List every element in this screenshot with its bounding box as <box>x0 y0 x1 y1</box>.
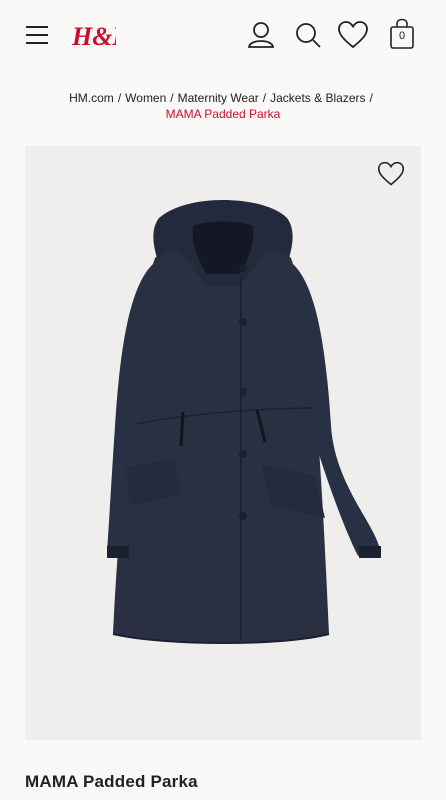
breadcrumb: HM.com / Women / Maternity Wear / Jackets & Bl… <box>0 90 446 122</box>
breadcrumb-separator: / <box>117 91 122 105</box>
breadcrumb-home[interactable]: HM.com <box>69 91 114 105</box>
breadcrumb-separator: / <box>262 91 267 105</box>
breadcrumb-trail: HM.com / Women / Maternity Wear / Jackets & Bl… <box>0 90 446 106</box>
bag-count: 0 <box>398 30 406 42</box>
product-title: MAMA Padded Parka <box>25 772 198 791</box>
breadcrumb-maternity-wear[interactable]: Maternity Wear <box>178 91 259 105</box>
favorites-heart-icon[interactable] <box>337 20 369 50</box>
breadcrumb-separator: / <box>170 91 174 105</box>
breadcrumb-jackets-blazers[interactable]: Jackets & Blazers <box>270 91 365 105</box>
parka-illustration <box>107 200 381 644</box>
shopping-bag-button[interactable]: 0 <box>389 18 415 50</box>
account-icon[interactable] <box>246 20 276 50</box>
add-to-favorites-heart-icon[interactable] <box>377 160 405 188</box>
svg-text:H&M: H&M <box>71 22 116 51</box>
hamburger-menu-icon[interactable] <box>26 24 50 46</box>
site-header: H&M 0 <box>0 0 446 70</box>
breadcrumb-current: MAMA Padded Parka <box>165 107 281 121</box>
breadcrumb-women[interactable]: Women <box>125 91 166 105</box>
product-image[interactable] <box>25 146 421 740</box>
breadcrumb-separator: / <box>369 91 373 105</box>
hm-logo[interactable]: H&M <box>70 18 116 52</box>
search-icon[interactable] <box>293 20 323 50</box>
